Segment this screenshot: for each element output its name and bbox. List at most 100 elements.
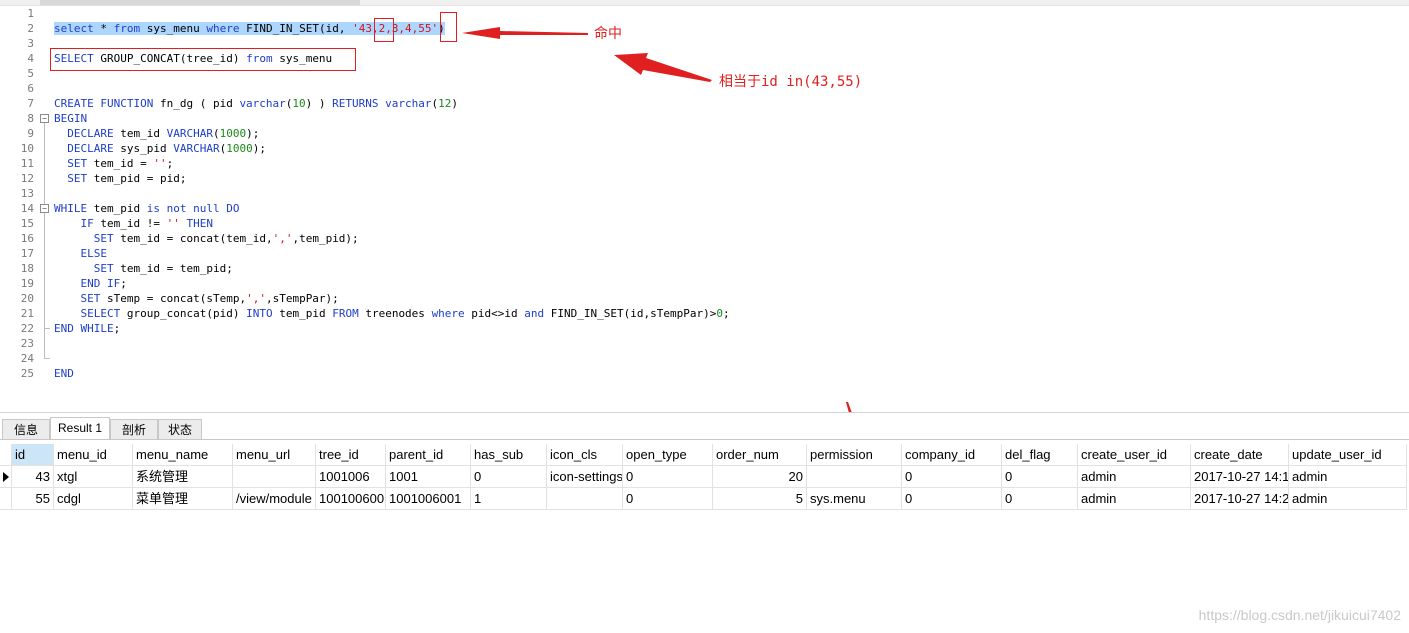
cell-update-user-id[interactable]: admin (1289, 488, 1407, 510)
cell-create-date[interactable]: 2017-10-27 14:1 (1191, 466, 1289, 488)
cell-menu-name[interactable]: 菜单管理 (133, 488, 233, 510)
cell-menu-name[interactable]: 系统管理 (133, 466, 233, 488)
code-line: END (54, 366, 74, 381)
tab-profile[interactable]: 剖析 (110, 419, 158, 439)
cell-del-flag[interactable]: 0 (1002, 488, 1078, 510)
cell-icon-cls[interactable]: icon-settings (547, 466, 623, 488)
cell-parent-id[interactable]: 1001006001 (386, 488, 471, 510)
line-number: 9 (27, 127, 34, 140)
code-token: VARCHAR (166, 127, 213, 140)
cell-del-flag[interactable]: 0 (1002, 466, 1078, 488)
column-header-menu-url[interactable]: menu_url (233, 444, 316, 466)
column-header-icon-cls[interactable]: icon_cls (547, 444, 623, 466)
highlight-box-group-concat (50, 48, 356, 71)
code-token: tem_id = (87, 157, 154, 170)
code-token: THEN (186, 217, 213, 230)
cell-create-user-id[interactable]: admin (1078, 466, 1191, 488)
column-header-del-flag[interactable]: del_flag (1002, 444, 1078, 466)
line-number: 5 (27, 67, 34, 80)
column-header-open-type[interactable]: open_type (623, 444, 713, 466)
line-number: 8 (27, 112, 34, 125)
column-header-menu-name[interactable]: menu_name (133, 444, 233, 466)
column-header-create-date[interactable]: create_date (1191, 444, 1289, 466)
code-token: tem_id (113, 127, 167, 140)
tab-info[interactable]: 信息 (2, 419, 50, 439)
cell-icon-cls[interactable] (547, 488, 623, 510)
fold-toggle-icon[interactable]: − (40, 114, 49, 123)
header-row-marker (0, 444, 12, 466)
cell-update-user-id[interactable]: admin (1289, 466, 1407, 488)
code-token: SET (80, 292, 101, 305)
code-token: sys_pid (113, 142, 174, 155)
code-token: ); (246, 127, 260, 140)
code-token: 0 (716, 307, 723, 320)
cell-parent-id[interactable]: 1001 (386, 466, 471, 488)
code-token: sys_menu (140, 22, 207, 35)
row-marker[interactable] (0, 488, 12, 510)
cell-menu-id[interactable]: cdgl (54, 488, 133, 510)
code-token: SET (67, 157, 88, 170)
code-token: 1000 (219, 127, 247, 140)
code-token: ',' (272, 232, 293, 245)
result-tabs: 信息 Result 1 剖析 状态 (0, 417, 1409, 440)
column-header-permission[interactable]: permission (807, 444, 902, 466)
cell-id[interactable]: 55 (12, 488, 54, 510)
code-token: FROM (332, 307, 359, 320)
code-token: tem_pid (87, 202, 147, 215)
cell-open-type[interactable]: 0 (623, 466, 713, 488)
code-line: END IF; (54, 276, 127, 291)
cell-id[interactable]: 43 (12, 466, 54, 488)
editor-tab-strip[interactable] (40, 0, 360, 5)
cell-order-num[interactable]: 20 (713, 466, 807, 488)
column-header-tree-id[interactable]: tree_id (316, 444, 386, 466)
code-token: INTO (246, 307, 273, 320)
current-row-indicator-icon (3, 472, 9, 482)
cell-open-type[interactable]: 0 (623, 488, 713, 510)
cell-permission[interactable]: sys.menu (807, 488, 902, 510)
column-header-menu-id[interactable]: menu_id (54, 444, 133, 466)
cell-has-sub[interactable]: 1 (471, 488, 547, 510)
code-line: SELECT group_concat(pid) INTO tem_pid FR… (54, 306, 730, 321)
column-header-has-sub[interactable]: has_sub (471, 444, 547, 466)
column-header-create-user-id[interactable]: create_user_id (1078, 444, 1191, 466)
cell-company-id[interactable]: 0 (902, 488, 1002, 510)
cell-menu-id[interactable]: xtgl (54, 466, 133, 488)
cell-tree-id[interactable]: 1001006001 (316, 488, 386, 510)
highlight-box-55 (440, 12, 457, 42)
code-line: DECLARE sys_pid VARCHAR(1000); (54, 141, 266, 156)
column-header-order-num[interactable]: order_num (713, 444, 807, 466)
column-header-update-user-id[interactable]: update_user_id (1289, 444, 1407, 466)
tab-status[interactable]: 状态 (158, 419, 202, 439)
code-token: CREATE FUNCTION (54, 97, 154, 110)
cell-tree-id[interactable]: 1001006 (316, 466, 386, 488)
code-token: ,tem_pid); (292, 232, 359, 245)
sql-editor[interactable]: 1 2 3 4 5 6 7 8 9 10 11 12 13 14 15 16 17 18 19 20 21 22 23 24 2… (0, 6, 1409, 410)
cell-has-sub[interactable]: 0 (471, 466, 547, 488)
cell-order-num[interactable]: 5 (713, 488, 807, 510)
code-token: ,sTempPar); (265, 292, 339, 305)
code-token: tem_id != (93, 217, 167, 230)
cell-company-id[interactable]: 0 (902, 466, 1002, 488)
code-token: WHILE (54, 202, 88, 215)
fold-toggle-icon[interactable]: − (40, 204, 49, 213)
code-line: CREATE FUNCTION fn_dg ( pid varchar(10) … (54, 96, 458, 111)
cell-create-date[interactable]: 2017-10-27 14:2 (1191, 488, 1289, 510)
cell-create-user-id[interactable]: admin (1078, 488, 1191, 510)
code-token: FIND_IN_SET(id,sTempPar)> (544, 307, 717, 320)
column-header-parent-id[interactable]: parent_id (386, 444, 471, 466)
code-token: group_concat(pid) (120, 307, 247, 320)
code-token: SET (67, 172, 88, 185)
cell-permission[interactable] (807, 466, 902, 488)
line-number: 10 (20, 142, 34, 155)
tab-result-1[interactable]: Result 1 (50, 417, 110, 439)
cell-menu-url[interactable]: /view/module (233, 488, 316, 510)
highlight-box-43 (374, 18, 394, 42)
column-header-id[interactable]: id (12, 444, 54, 466)
cell-menu-url[interactable] (233, 466, 316, 488)
row-marker[interactable] (0, 466, 12, 488)
column-header-company-id[interactable]: company_id (902, 444, 1002, 466)
code-token: RETURNS (332, 97, 379, 110)
